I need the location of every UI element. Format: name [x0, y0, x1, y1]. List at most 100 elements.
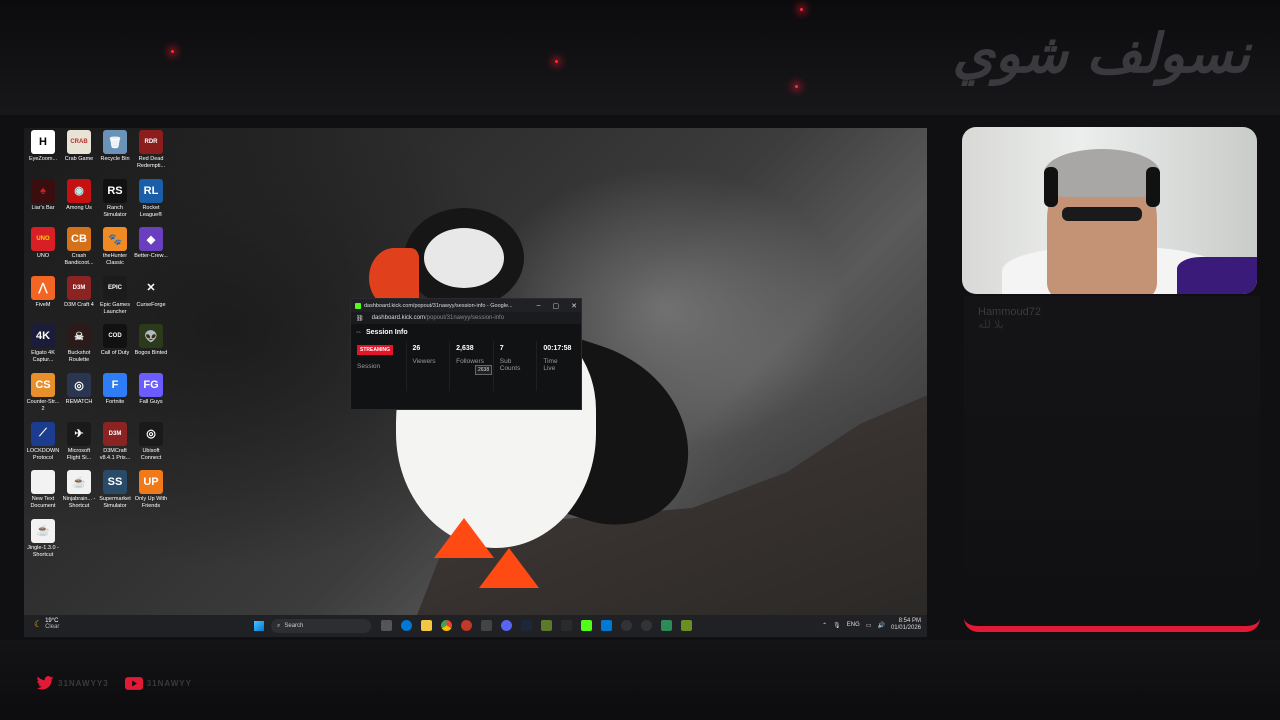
app-icon: CS — [31, 373, 55, 397]
subs-label-line2: Counts — [499, 365, 521, 372]
desktop-icon-label: D3MCraft v8.4.1 Pris... — [99, 447, 131, 461]
desktop-icon-label: Ubisoft Connect — [140, 447, 162, 461]
app-icon: CRAB — [67, 130, 91, 154]
modpack-icon[interactable] — [681, 620, 692, 631]
desktop-icon[interactable]: ☕ Ninjabrain... - Shortcut — [62, 470, 96, 510]
desktop-icon[interactable]: EPIC Epic Games Launcher — [98, 275, 132, 316]
app-icon: D3M — [103, 421, 127, 446]
desktop-icon[interactable]: ◎ REMATCH — [62, 373, 96, 406]
desktop-icon-label: CurseForge — [136, 301, 166, 308]
desktop-icon-label: Liar's Bar — [31, 204, 55, 211]
desktop-icon[interactable]: ✕ CurseForge — [134, 275, 168, 309]
clock[interactable]: 8:54 PM 01/01/2026 — [891, 618, 921, 632]
capture-app-icon[interactable] — [481, 620, 492, 631]
desktop-icon[interactable]: CB Crash Bandicoot... — [62, 227, 96, 267]
volume-icon[interactable]: 🔊 — [877, 622, 884, 629]
file-explorer-icon[interactable] — [421, 620, 432, 631]
desktop-icon[interactable]: UNO UNO — [26, 227, 60, 260]
game-app-icon[interactable] — [561, 620, 572, 631]
network-icon[interactable]: ▭ — [866, 622, 872, 629]
desktop-icon[interactable]: ◎ Ubisoft Connect — [134, 421, 168, 462]
url-path: /popout/31nawyy/session-info — [424, 315, 505, 321]
obs-icon[interactable] — [621, 620, 632, 631]
minecraft-icon[interactable] — [541, 620, 552, 631]
maximize-icon[interactable]: ▢ — [553, 302, 560, 310]
app-icon: ◆ — [139, 227, 163, 252]
clock-time: 8:54 PM — [898, 618, 921, 624]
desktop-icon[interactable]: 🐾 theHunter Classic — [98, 227, 132, 267]
app-icon: ✈ — [67, 421, 91, 446]
desktop-icon[interactable]: ✈ Microsoft Flight Si... — [62, 421, 96, 462]
popout-titlebar: dashboard.kick.com/popout/31nawyy/sessio… — [351, 299, 581, 312]
start-button[interactable] — [254, 621, 264, 631]
headphones-right — [1146, 167, 1160, 207]
desktop-icon[interactable]: ♠ Liar's Bar — [26, 178, 60, 212]
app-icon: D3M — [67, 275, 91, 300]
desktop-icon[interactable]: ☕ Jingle-1.3.0 - Shortcut — [26, 518, 60, 559]
opera-icon[interactable] — [461, 620, 472, 631]
app-icon — [31, 470, 55, 495]
app-icon: FG — [139, 373, 163, 397]
desktop-icon[interactable]: New Text Document — [26, 470, 60, 510]
stat-time-live: 00:17:58 Time Live — [537, 341, 581, 391]
desktop-icon[interactable]: RS Ranch Simulator — [98, 178, 132, 219]
desktop-icon[interactable]: CS Counter-Str... 2 — [26, 373, 60, 413]
desktop-icon[interactable]: ⋀ FiveM — [26, 275, 60, 309]
steam-icon[interactable] — [521, 620, 532, 631]
desktop-icon[interactable]: 🗑 Recycle Bin — [98, 130, 132, 163]
desktop-icon[interactable]: UP Only Up With Friends — [134, 470, 168, 510]
desktop-icon-label: Among Us — [66, 204, 92, 211]
desktop-icon[interactable]: ☠ Buckshot Roulette — [62, 324, 96, 364]
desktop-icon[interactable]: H EyeZoom... — [26, 130, 60, 163]
desktop-icon[interactable]: FG Fall Guys — [134, 373, 168, 406]
site-info-icon[interactable]: ⛓ — [356, 315, 364, 322]
desktop-icon-label: Jingle-1.3.0 - Shortcut — [27, 544, 59, 558]
ember-spark — [795, 85, 798, 88]
search-icon: ⌕ — [277, 622, 281, 629]
desktop-icon[interactable]: 4K Elgato 4K Captur... — [26, 324, 60, 364]
desktop-icon[interactable]: D3M D3MCraft v8.4.1 Pris... — [98, 421, 132, 462]
desktop-icon[interactable]: ◉ Among Us — [62, 178, 96, 212]
minimize-icon[interactable]: – — [537, 302, 541, 310]
weather-widget[interactable]: ☾ 19°C Clear — [34, 618, 59, 630]
desktop-icon[interactable]: RL Rocket League® — [134, 178, 168, 219]
desktop-icon[interactable]: 👽 Bogos Binted — [134, 324, 168, 357]
launcher-icon[interactable] — [661, 620, 672, 631]
popout-url-bar[interactable]: ⛓ dashboard.kick.com/popout/31nawyy/sess… — [351, 312, 581, 324]
taskbar-search[interactable]: ⌕ Search — [271, 619, 371, 633]
desktop-icon[interactable]: D3M D3M Craft 4 — [62, 275, 96, 309]
desktop-icon[interactable]: F Fortnite — [98, 373, 132, 406]
app-icon: RL — [139, 178, 163, 203]
desktop-icon[interactable]: ⟋ LOCKDOWN Protocol — [26, 421, 60, 462]
desktop-icon[interactable]: COD Call of Duty — [98, 324, 132, 357]
desktop-icon-label: Crab Game — [64, 156, 94, 162]
language-indicator[interactable]: ENG — [847, 622, 860, 628]
close-icon[interactable]: ✕ — [571, 302, 577, 310]
mic-icon[interactable]: 🎙 — [833, 622, 841, 629]
popout-window-title: dashboard.kick.com/popout/31nawyy/sessio… — [364, 302, 513, 309]
desktop-icon-label: Only Up With Friends — [134, 496, 168, 510]
desktop-icon[interactable]: RDR Red Dead Redempti... — [134, 130, 168, 170]
task-view-icon[interactable] — [381, 620, 392, 631]
desktop-icon-label: New Text Document — [30, 496, 56, 510]
kick-icon[interactable] — [581, 620, 592, 631]
desktop-icon-label: Ranch Simulator — [103, 204, 127, 218]
desktop-icon-label: Fall Guys — [139, 399, 163, 405]
app-icon: ⟋ — [31, 421, 55, 446]
chrome-icon[interactable] — [441, 620, 452, 631]
desktop-icon[interactable]: SS Supermarket Simulator — [98, 470, 132, 510]
weather-icon: ☾ — [34, 618, 43, 629]
link-icon: ⇔ — [355, 329, 362, 336]
session-stats: STREAMING Session 26 Viewers 2,638 Follo… — [351, 341, 581, 391]
edge-icon[interactable] — [401, 620, 412, 631]
desktop-icon[interactable]: CRAB Crab Game — [62, 130, 96, 163]
desktop-icon-label: FiveM — [35, 301, 51, 308]
outlook-icon[interactable] — [601, 620, 612, 631]
elgato-icon[interactable] — [641, 620, 652, 631]
desktop-icon[interactable]: ◆ Better-Crew... — [134, 227, 168, 260]
chevron-up-icon[interactable]: ⌃ — [822, 622, 827, 629]
app-icon: SS — [103, 470, 127, 495]
app-icon: UP — [139, 470, 163, 495]
discord-icon[interactable] — [501, 620, 512, 631]
social-links: 31NAWYY3 31NAWYY — [36, 676, 192, 690]
